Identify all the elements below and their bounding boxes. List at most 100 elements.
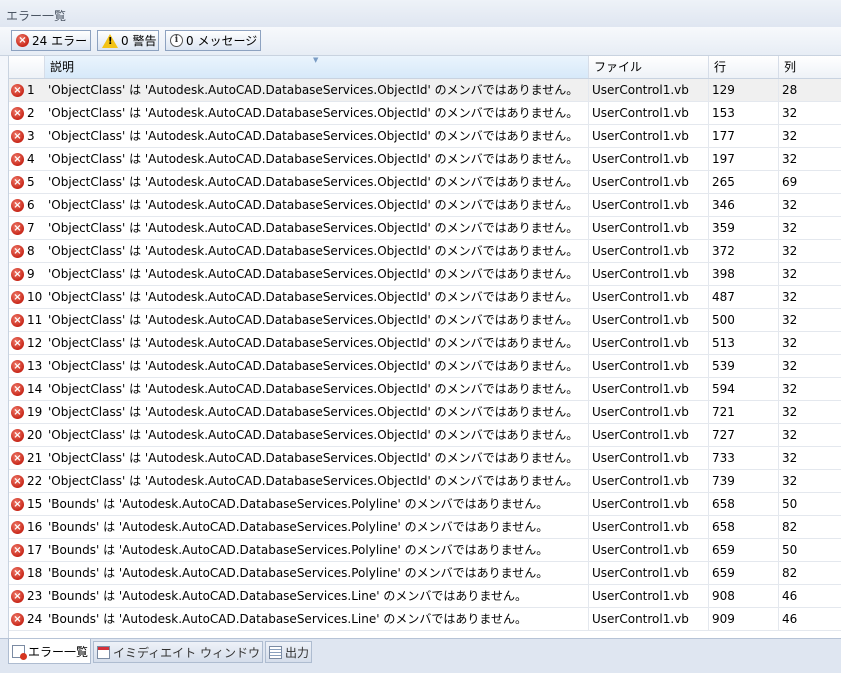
row-file: UserControl1.vb (589, 286, 709, 308)
table-row[interactable]: × 17 'Bounds' は 'Autodesk.AutoCAD.Database… (9, 539, 841, 562)
tab-output[interactable]: 出力 (265, 641, 312, 663)
row-description: 'ObjectClass' は 'Autodesk.AutoCAD.Databa… (45, 217, 589, 239)
row-column: 32 (782, 106, 798, 120)
warnings-filter-label: 0 警告 (121, 34, 157, 48)
table-row[interactable]: × 4 'ObjectClass' は 'Autodesk.AutoCAD.Data… (9, 148, 841, 171)
row-column: 32 (782, 290, 798, 304)
row-line: 739 (709, 470, 779, 492)
row-description: 'ObjectClass' は 'Autodesk.AutoCAD.Databa… (45, 447, 589, 469)
row-number: 15 (27, 497, 43, 511)
row-description: 'ObjectClass' は 'Autodesk.AutoCAD.Databa… (45, 309, 589, 331)
table-row[interactable]: × 24 'Bounds' は 'Autodesk.AutoCAD.Database… (9, 608, 841, 631)
table-row[interactable]: × 9 'ObjectClass' は 'Autodesk.AutoCAD.Data… (9, 263, 841, 286)
row-file: UserControl1.vb (589, 378, 709, 400)
table-row[interactable]: × 16 'Bounds' は 'Autodesk.AutoCAD.Database… (9, 516, 841, 539)
table-row[interactable]: × 5 'ObjectClass' は 'Autodesk.AutoCAD.Data… (9, 171, 841, 194)
row-line: 487 (709, 286, 779, 308)
column-header-column[interactable]: 列 (779, 56, 841, 78)
error-icon: × (11, 498, 24, 511)
sort-indicator-icon: ▼ (313, 56, 319, 64)
error-icon: × (11, 521, 24, 534)
row-column: 32 (782, 198, 798, 212)
row-file: UserControl1.vb (589, 171, 709, 193)
row-line: 727 (709, 424, 779, 446)
row-column: 32 (782, 474, 798, 488)
error-icon: × (11, 245, 24, 258)
row-number: 13 (27, 359, 43, 373)
info-icon: i (170, 34, 183, 47)
row-file: UserControl1.vb (589, 608, 709, 630)
row-number: 5 (27, 175, 35, 189)
table-row[interactable]: × 8 'ObjectClass' は 'Autodesk.AutoCAD.Data… (9, 240, 841, 263)
table-row[interactable]: × 6 'ObjectClass' は 'Autodesk.AutoCAD.Data… (9, 194, 841, 217)
table-row[interactable]: × 18 'Bounds' は 'Autodesk.AutoCAD.Database… (9, 562, 841, 585)
row-description: 'ObjectClass' は 'Autodesk.AutoCAD.Databa… (45, 286, 589, 308)
error-icon: × (11, 222, 24, 235)
row-line: 197 (709, 148, 779, 170)
tab-error-list[interactable]: エラー一覧 (8, 639, 91, 664)
table-row[interactable]: × 21 'ObjectClass' は 'Autodesk.AutoCAD.Dat… (9, 447, 841, 470)
row-line: 659 (709, 562, 779, 584)
table-row[interactable]: × 23 'Bounds' は 'Autodesk.AutoCAD.Database… (9, 585, 841, 608)
table-row[interactable]: × 2 'ObjectClass' は 'Autodesk.AutoCAD.Data… (9, 102, 841, 125)
table-row[interactable]: × 3 'ObjectClass' は 'Autodesk.AutoCAD.Data… (9, 125, 841, 148)
row-column: 82 (782, 520, 798, 534)
row-description: 'ObjectClass' は 'Autodesk.AutoCAD.Databa… (45, 148, 589, 170)
error-icon: × (11, 567, 24, 580)
tab-immediate-window-label: イミディエイト ウィンドウ (113, 645, 260, 660)
table-row[interactable]: × 7 'ObjectClass' は 'Autodesk.AutoCAD.Data… (9, 217, 841, 240)
row-line: 733 (709, 447, 779, 469)
row-line: 721 (709, 401, 779, 423)
row-file: UserControl1.vb (589, 102, 709, 124)
table-row[interactable]: × 12 'ObjectClass' は 'Autodesk.AutoCAD.Dat… (9, 332, 841, 355)
table-row[interactable]: × 1 'ObjectClass' は 'Autodesk.AutoCAD.Data… (9, 79, 841, 102)
row-file: UserControl1.vb (589, 493, 709, 515)
row-file: UserControl1.vb (589, 79, 709, 101)
messages-filter-button[interactable]: i 0 メッセージ (165, 30, 261, 51)
row-line: 908 (709, 585, 779, 607)
table-row[interactable]: × 13 'ObjectClass' は 'Autodesk.AutoCAD.Dat… (9, 355, 841, 378)
panel-title: エラー一覧 (6, 9, 67, 23)
row-file: UserControl1.vb (589, 263, 709, 285)
table-row[interactable]: × 10 'ObjectClass' は 'Autodesk.AutoCAD.Dat… (9, 286, 841, 309)
error-icon: × (11, 406, 24, 419)
row-number: 12 (27, 336, 43, 350)
row-column: 32 (782, 428, 798, 442)
row-file: UserControl1.vb (589, 194, 709, 216)
row-number: 3 (27, 129, 35, 143)
table-row[interactable]: × 19 'ObjectClass' は 'Autodesk.AutoCAD.Dat… (9, 401, 841, 424)
error-filter-toolbar: × 24 エラー ! 0 警告 i 0 メッセージ (0, 27, 841, 56)
errors-filter-label: 24 エラー (32, 34, 88, 48)
row-description: 'Bounds' は 'Autodesk.AutoCAD.DatabaseSer… (45, 516, 589, 538)
row-number: 19 (27, 405, 43, 419)
table-row[interactable]: × 11 'ObjectClass' は 'Autodesk.AutoCAD.Dat… (9, 309, 841, 332)
row-file: UserControl1.vb (589, 447, 709, 469)
table-row[interactable]: × 14 'ObjectClass' は 'Autodesk.AutoCAD.Dat… (9, 378, 841, 401)
row-file: UserControl1.vb (589, 332, 709, 354)
table-row[interactable]: × 22 'ObjectClass' は 'Autodesk.AutoCAD.Dat… (9, 470, 841, 493)
error-icon: × (11, 84, 24, 97)
row-number: 6 (27, 198, 35, 212)
errors-filter-button[interactable]: × 24 エラー (11, 30, 91, 51)
column-header-line[interactable]: 行 (709, 56, 779, 78)
row-number: 23 (27, 589, 43, 603)
row-number: 24 (27, 612, 43, 626)
row-line: 177 (709, 125, 779, 147)
column-header-icon[interactable] (9, 56, 45, 78)
row-description: 'ObjectClass' は 'Autodesk.AutoCAD.Databa… (45, 355, 589, 377)
warnings-filter-button[interactable]: ! 0 警告 (97, 30, 159, 51)
row-column: 32 (782, 451, 798, 465)
tab-immediate-window[interactable]: イミディエイト ウィンドウ (93, 641, 263, 663)
error-icon: × (11, 314, 24, 327)
row-number: 1 (27, 83, 35, 97)
error-icon: × (11, 429, 24, 442)
table-row[interactable]: × 20 'ObjectClass' は 'Autodesk.AutoCAD.Dat… (9, 424, 841, 447)
row-description: 'ObjectClass' は 'Autodesk.AutoCAD.Databa… (45, 401, 589, 423)
column-header-file[interactable]: ファイル (589, 56, 709, 78)
row-number: 10 (27, 290, 43, 304)
messages-filter-label: 0 メッセージ (186, 34, 258, 48)
row-number: 2 (27, 106, 35, 120)
row-number: 11 (27, 313, 43, 327)
row-line: 372 (709, 240, 779, 262)
table-row[interactable]: × 15 'Bounds' は 'Autodesk.AutoCAD.Database… (9, 493, 841, 516)
